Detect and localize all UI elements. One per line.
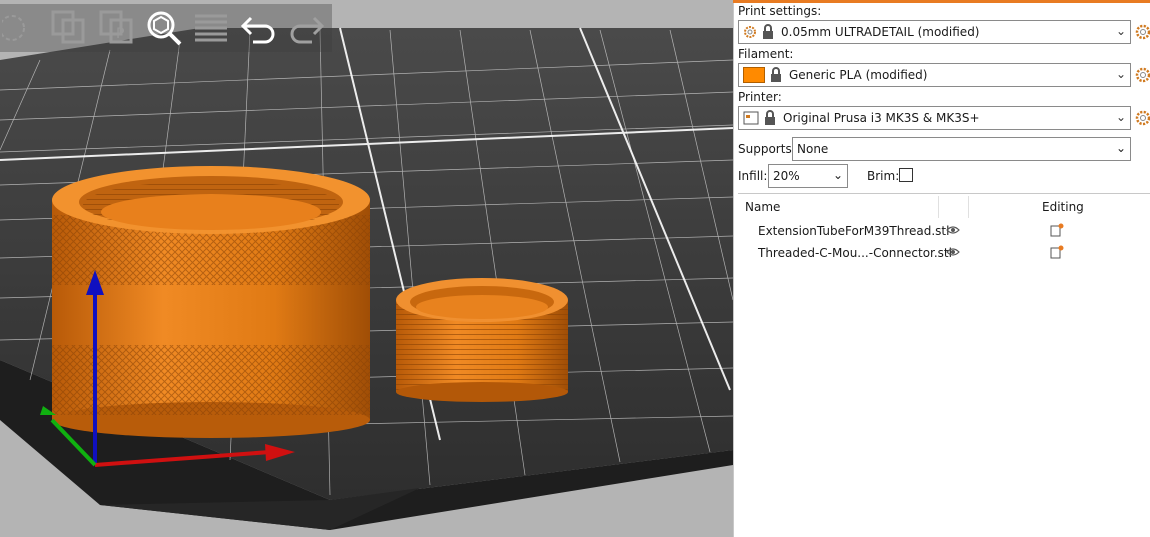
paste-button[interactable]: P xyxy=(95,5,138,51)
eye-icon[interactable] xyxy=(946,247,960,257)
chevron-down-icon: ⌄ xyxy=(1115,24,1126,38)
printer-settings-gear-icon xyxy=(744,26,756,38)
infill-combo[interactable]: 20% ⌄ xyxy=(768,164,848,188)
redo-button[interactable] xyxy=(285,5,328,51)
arrange-icon xyxy=(1,15,25,41)
infill-label: Infill: xyxy=(738,169,768,183)
undo-icon xyxy=(240,16,275,44)
undo-button[interactable] xyxy=(237,5,280,51)
chevron-down-icon: ⌄ xyxy=(832,168,843,182)
column-header-editing[interactable]: Editing xyxy=(1042,200,1084,214)
3d-viewport[interactable]: P xyxy=(0,0,733,537)
object-name: Threaded-C-Mou...-Connector.stl xyxy=(758,246,952,260)
chevron-down-icon: ⌄ xyxy=(1115,110,1126,124)
paste-icon: P xyxy=(99,10,133,44)
list-item[interactable]: ExtensionTubeForM39Thread.stl xyxy=(738,220,1150,242)
settings-panel: Print settings: 0.05mm ULTRADETAIL (modi… xyxy=(733,3,1150,537)
scene-canvas[interactable] xyxy=(0,0,733,537)
copy-icon xyxy=(51,10,85,44)
printer-gear-icon[interactable] xyxy=(1135,110,1150,126)
supports-combo[interactable]: None ⌄ xyxy=(792,137,1131,161)
lock-icon xyxy=(763,24,773,39)
brim-checkbox[interactable] xyxy=(899,168,913,182)
print-settings-label: Print settings: xyxy=(738,4,822,18)
printer-label: Printer: xyxy=(738,90,782,104)
c-mount-connector-model[interactable] xyxy=(396,278,568,402)
brim-label: Brim: xyxy=(867,169,900,183)
chevron-down-icon: ⌄ xyxy=(1115,141,1126,155)
filament-label: Filament: xyxy=(738,47,794,61)
edit-icon[interactable] xyxy=(1050,223,1064,237)
object-list: Name Editing ExtensionTubeForM39Thread.s… xyxy=(738,193,1150,537)
chevron-down-icon: ⌄ xyxy=(1115,67,1126,81)
layers-button[interactable] xyxy=(190,5,233,51)
column-divider xyxy=(968,196,969,218)
filament-combo[interactable]: Generic PLA (modified) ⌄ xyxy=(738,63,1131,87)
edit-icon[interactable] xyxy=(1050,245,1064,259)
printer-combo[interactable]: Original Prusa i3 MK3S & MK3S+ ⌄ xyxy=(738,106,1131,130)
list-item[interactable]: Threaded-C-Mou...-Connector.stl xyxy=(738,242,1150,264)
filament-value: Generic PLA (modified) xyxy=(789,68,928,82)
print-settings-value: 0.05mm ULTRADETAIL (modified) xyxy=(781,25,980,39)
supports-value: None xyxy=(797,142,829,156)
redo-icon xyxy=(290,16,325,44)
settings-gear-icon[interactable] xyxy=(1135,24,1150,40)
filament-color-swatch xyxy=(743,67,765,83)
eye-icon[interactable] xyxy=(946,225,960,235)
lock-icon xyxy=(765,110,775,125)
supports-label: Supports: xyxy=(738,142,796,156)
printer-icon xyxy=(743,111,759,125)
arrange-button[interactable] xyxy=(0,5,43,51)
column-header-name[interactable]: Name xyxy=(745,200,780,214)
svg-text:P: P xyxy=(116,26,124,42)
viewport-toolbar: P xyxy=(0,4,332,52)
filament-gear-icon[interactable] xyxy=(1135,67,1150,83)
search-button[interactable] xyxy=(142,5,185,51)
extension-tube-model[interactable] xyxy=(52,166,370,438)
copy-button[interactable] xyxy=(47,5,90,51)
search-icon xyxy=(147,11,182,46)
print-settings-combo[interactable]: 0.05mm ULTRADETAIL (modified) ⌄ xyxy=(738,20,1131,44)
infill-value: 20% xyxy=(773,169,800,183)
printer-value: Original Prusa i3 MK3S & MK3S+ xyxy=(783,111,980,125)
column-divider xyxy=(938,196,939,218)
layers-icon xyxy=(195,14,228,42)
lock-icon xyxy=(771,67,781,82)
object-name: ExtensionTubeForM39Thread.stl xyxy=(758,224,950,238)
